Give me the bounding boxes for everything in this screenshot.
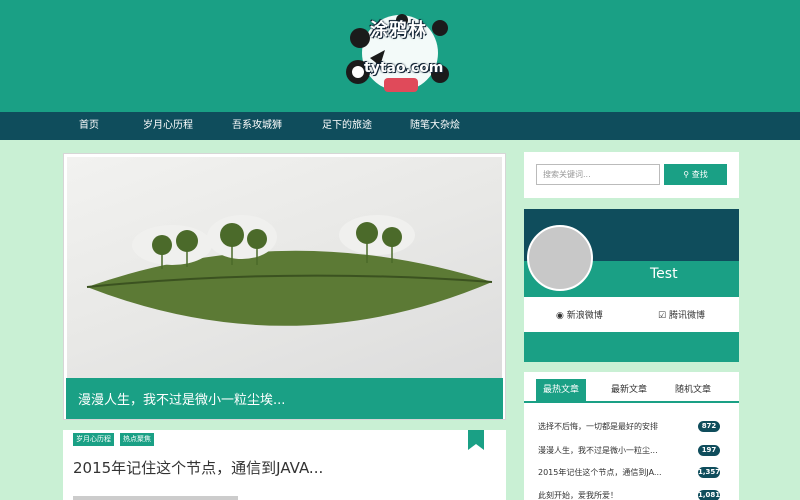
profile-name: Test	[650, 266, 678, 282]
main-nav: 首页 岁月心历程 吾系攻城狮 足下的旅途 随笔大杂烩	[0, 112, 800, 140]
tab-random-articles[interactable]: 随机文章	[666, 379, 720, 401]
weibo-label: 新浪微博	[566, 311, 603, 321]
search-widget: ⚲ 查找	[524, 152, 739, 198]
search-input[interactable]	[536, 164, 660, 185]
weibo-icon: ◉	[556, 311, 564, 321]
post-divider	[73, 496, 238, 500]
tencent-weibo-link[interactable]: ☑ 腾讯微博	[658, 308, 705, 321]
nav-item-travel[interactable]: 足下的旅途	[322, 112, 372, 140]
search-icon: ⚲	[683, 170, 690, 179]
tab-latest-articles[interactable]: 最新文章	[602, 379, 656, 401]
list-item[interactable]: 漫漫人生，我不过是微小一粒尘...	[538, 445, 658, 456]
articles-widget: 最热文章 最新文章 随机文章 选择不后悔，一切都是最好的安排 872 漫漫人生，…	[524, 372, 739, 500]
leaf-art-image	[86, 215, 493, 326]
logo-title: 涂鸦林	[370, 20, 427, 41]
avatar[interactable]	[527, 225, 593, 291]
view-count-badge: 1,357	[698, 467, 721, 478]
featured-caption[interactable]: 漫漫人生，我不过是微小一粒尘埃...	[78, 389, 285, 408]
bookmark-icon[interactable]	[468, 430, 484, 450]
view-count-badge: 197	[698, 445, 720, 456]
list-item[interactable]: 此刻开始，爱我所爱！	[538, 490, 618, 500]
weibo-link[interactable]: ◉ 新浪微博	[556, 308, 603, 321]
search-button[interactable]: ⚲ 查找	[664, 164, 727, 185]
post-tag[interactable]: 热点聚焦	[120, 433, 154, 446]
post-card: 岁月心历程 热点聚焦 2015年记住这个节点，通信到JAVA...	[63, 430, 506, 500]
view-count-badge: 872	[698, 421, 720, 432]
list-item[interactable]: 2015年记住这个节点，通信到JA...	[538, 467, 662, 478]
site-header: 涂鸦林 tytao.com	[0, 0, 800, 112]
list-item[interactable]: 选择不后悔，一切都是最好的安排	[538, 421, 658, 432]
nav-item-life[interactable]: 岁月心历程	[143, 112, 193, 140]
social-links: ◉ 新浪微博 ☑ 腾讯微博	[524, 297, 739, 332]
tab-underline	[524, 401, 739, 403]
nav-item-coding[interactable]: 吾系攻城狮	[232, 112, 282, 140]
profile-widget: Test ◉ 新浪微博 ☑ 腾讯微博	[524, 209, 739, 362]
tab-hot-articles[interactable]: 最热文章	[536, 379, 586, 401]
post-tag[interactable]: 岁月心历程	[73, 433, 114, 446]
nav-item-essays[interactable]: 随笔大杂烩	[410, 112, 460, 140]
view-count-badge: 1,081	[698, 490, 721, 500]
tencent-weibo-icon: ☑	[658, 311, 667, 321]
logo-domain: tytao.com	[364, 60, 444, 76]
post-title[interactable]: 2015年记住这个节点，通信到JAVA...	[73, 457, 323, 478]
tencent-weibo-label: 腾讯微博	[668, 311, 705, 321]
featured-image[interactable]	[67, 157, 502, 382]
search-button-label: 查找	[691, 170, 708, 179]
site-logo[interactable]: 涂鸦林 tytao.com	[340, 8, 460, 98]
nav-item-home[interactable]: 首页	[79, 112, 99, 140]
featured-caption-bar[interactable]: 漫漫人生，我不过是微小一粒尘埃...	[66, 378, 503, 419]
